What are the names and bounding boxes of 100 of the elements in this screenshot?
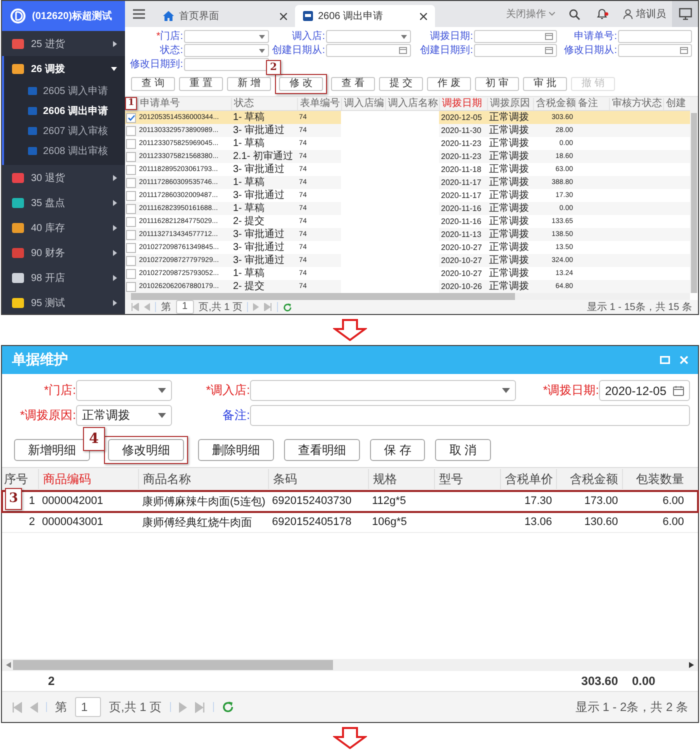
nav-item[interactable]: 90 财务	[2, 240, 125, 265]
select-field[interactable]	[326, 30, 411, 43]
tab[interactable]: 2606 调出申请	[295, 5, 435, 27]
checkbox[interactable]	[126, 178, 136, 188]
checkbox[interactable]	[126, 230, 136, 240]
checkbox[interactable]	[126, 190, 136, 200]
action-button[interactable]: 查看明细	[284, 439, 360, 461]
select-field[interactable]	[184, 44, 269, 57]
close-menu[interactable]: 关闭操作	[506, 7, 555, 21]
column-header[interactable]: 备注	[575, 98, 609, 110]
column-header[interactable]: 商品名称	[138, 469, 268, 489]
nav-item[interactable]: 26 调拨	[2, 56, 125, 81]
scroll-right-icon[interactable]	[689, 662, 694, 668]
select-field[interactable]: 正常调拨	[76, 405, 172, 426]
toolbar-button[interactable]: 审 批	[523, 77, 567, 91]
column-header[interactable]: 调入店编	[341, 98, 385, 110]
checkbox[interactable]	[126, 268, 136, 278]
checkbox[interactable]	[126, 204, 136, 214]
nav-item[interactable]: 95 测试	[2, 290, 125, 315]
menu-icon[interactable]	[133, 9, 145, 19]
checkbox[interactable]	[126, 126, 136, 136]
horizontal-scrollbar[interactable]	[125, 293, 690, 300]
column-header[interactable]: 调拨日期	[439, 98, 487, 110]
column-header[interactable]: 包装数量	[622, 469, 688, 489]
next-page-icon[interactable]	[178, 702, 187, 712]
checkbox[interactable]	[126, 138, 136, 148]
input-field[interactable]	[250, 405, 690, 426]
previous-page-icon[interactable]	[30, 702, 38, 712]
column-header[interactable]: 含税金额	[556, 469, 622, 489]
checkbox[interactable]	[126, 216, 136, 226]
checkbox[interactable]	[126, 242, 136, 252]
next-page-icon[interactable]	[253, 303, 260, 311]
date-field[interactable]	[618, 44, 692, 57]
date-field[interactable]	[474, 44, 557, 57]
vertical-scrollbar[interactable]	[690, 97, 698, 293]
refresh-icon[interactable]	[222, 701, 234, 713]
checkbox[interactable]	[126, 152, 136, 162]
submenu-item[interactable]: 2607 调入审核	[4, 121, 125, 141]
date-field[interactable]	[326, 44, 411, 57]
toolbar-button[interactable]: 查 看	[331, 77, 375, 91]
table-row[interactable]: 2 0000043001 康师傅经典红烧牛肉面 6920152405178 106g*5 13.06 130.60 6.00	[2, 512, 698, 533]
horizontal-scrollbar[interactable]	[2, 659, 698, 671]
tab[interactable]: 首页界面	[155, 5, 295, 27]
page-input[interactable]: 1	[75, 697, 101, 717]
column-header[interactable]: 序号	[2, 469, 38, 489]
submenu-item[interactable]: 2606 调出申请	[4, 101, 125, 121]
action-button[interactable]: 保 存	[370, 439, 426, 461]
column-header[interactable]: 状态	[231, 98, 297, 110]
input-field[interactable]	[618, 30, 692, 43]
toolbar-button[interactable]: 作 废	[427, 77, 471, 91]
column-header[interactable]: 含税金额	[533, 98, 575, 110]
maximize-icon[interactable]	[660, 356, 670, 364]
column-header[interactable]: 调入店名称	[385, 98, 439, 110]
bell-icon[interactable]	[596, 8, 609, 20]
previous-page-icon[interactable]	[144, 303, 150, 311]
nav-item[interactable]: 25 进货	[2, 31, 125, 56]
nav-item[interactable]: 40 库存	[2, 215, 125, 240]
date-field[interactable]: 2020-12-05	[599, 380, 690, 401]
last-page-icon[interactable]	[194, 702, 205, 712]
toolbar-button[interactable]: 修 改	[279, 77, 323, 91]
column-header[interactable]: 创建	[663, 98, 685, 110]
date-field[interactable]	[474, 30, 557, 43]
column-header[interactable]: 含税单价	[500, 469, 556, 489]
select-field[interactable]	[76, 380, 172, 401]
checkbox[interactable]	[126, 256, 136, 266]
select-field[interactable]	[184, 30, 269, 43]
refresh-icon[interactable]	[283, 302, 292, 312]
page-input[interactable]: 1	[176, 300, 194, 314]
search-icon[interactable]	[569, 8, 580, 20]
last-page-icon[interactable]	[264, 303, 272, 311]
toolbar-button[interactable]: 新 增	[227, 77, 271, 91]
screen-button[interactable]	[672, 1, 698, 27]
first-page-icon[interactable]	[131, 303, 139, 311]
user-menu[interactable]: 培训员	[623, 7, 666, 21]
checkbox[interactable]	[126, 282, 136, 292]
toolbar-button[interactable]: 查 询	[131, 77, 175, 91]
action-button[interactable]: 取 消	[435, 439, 491, 461]
scroll-left-icon[interactable]	[6, 662, 11, 668]
column-header[interactable]: 商品编码	[38, 469, 138, 489]
column-header[interactable]: 调拨原因	[487, 98, 533, 110]
action-button[interactable]: 删除明细	[198, 439, 274, 461]
nav-item[interactable]: 98 开店	[2, 265, 125, 290]
first-page-icon[interactable]	[12, 702, 22, 712]
toolbar-button[interactable]: 重 置	[179, 77, 223, 91]
action-button[interactable]: 新增明细	[14, 439, 90, 461]
checkbox[interactable]	[126, 164, 136, 174]
column-header[interactable]: 审核方状态	[609, 98, 663, 110]
toolbar-button[interactable]: 提 交	[379, 77, 423, 91]
checkbox[interactable]	[126, 112, 136, 122]
column-header[interactable]: 条码	[268, 469, 368, 489]
nav-item[interactable]: 30 退货	[2, 165, 125, 190]
submenu-item[interactable]: 2605 调入申请	[4, 81, 125, 101]
toolbar-button[interactable]: 初 审	[475, 77, 519, 91]
column-header[interactable]: 型号	[434, 469, 500, 489]
action-button[interactable]: 修改明细	[108, 439, 184, 461]
close-icon[interactable]	[420, 12, 427, 20]
column-header[interactable]: 表单编号	[297, 98, 341, 110]
nav-item[interactable]: 35 盘点	[2, 190, 125, 215]
close-icon[interactable]	[280, 12, 287, 20]
column-header[interactable]: 规格	[368, 469, 434, 489]
